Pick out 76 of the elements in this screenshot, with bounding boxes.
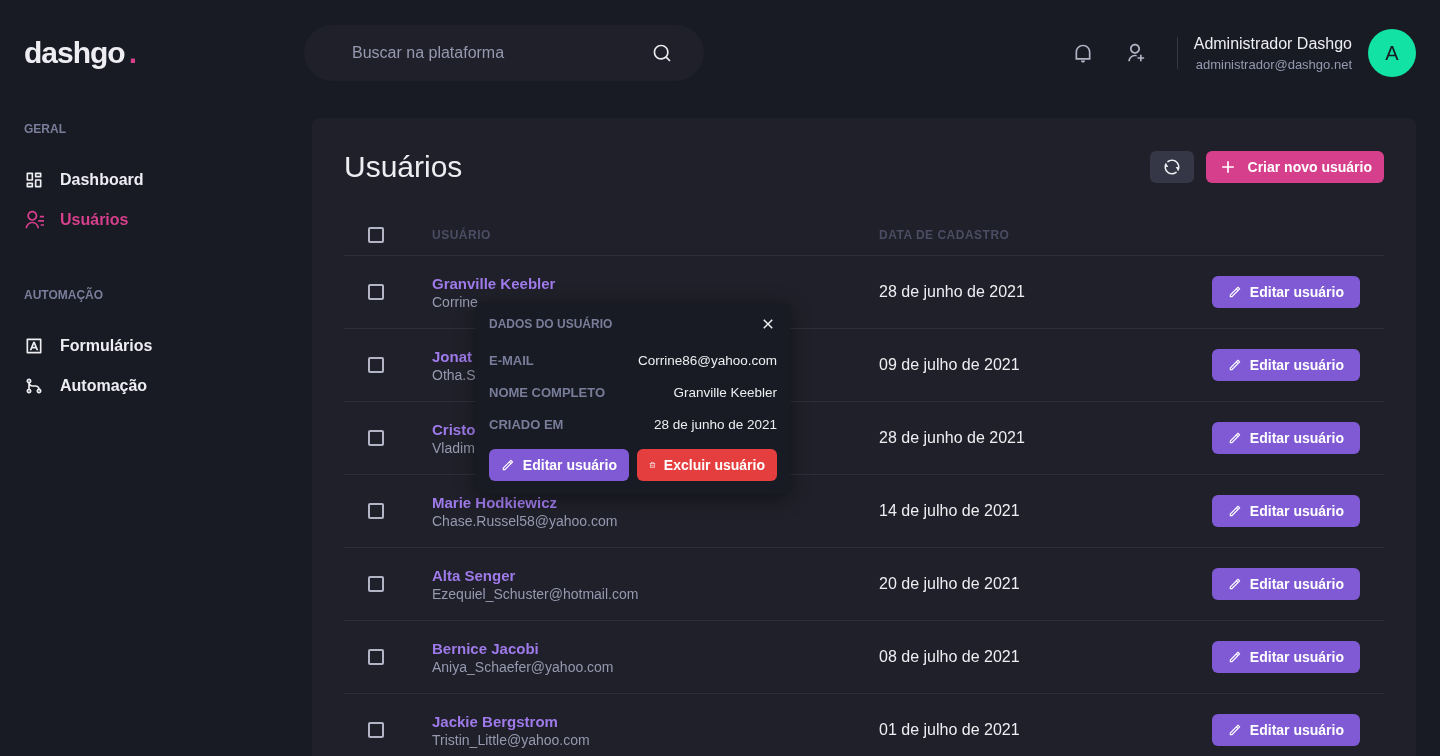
date-cell-text: 09 de julho de 2021 (879, 356, 1021, 374)
date-cell-text: 28 de junho de 2021 (879, 429, 1026, 447)
user-email: Vladim (432, 439, 475, 456)
search-icon[interactable] (652, 43, 672, 63)
refresh-button[interactable] (1149, 151, 1194, 183)
create-user-button[interactable]: Criar novo usuário (1205, 151, 1384, 183)
user-email: Tristin_Little@yahoo.com (432, 731, 590, 748)
user-name[interactable]: Cristo (432, 420, 476, 438)
user-name[interactable]: Jackie Bergstrom (432, 712, 558, 730)
nav-item[interactable]: Dashboard (24, 168, 144, 192)
user-email: Otha.S (432, 366, 476, 383)
field-value: Granville Keebler (673, 385, 777, 400)
dashboard-icon (24, 170, 44, 190)
pencil-icon (501, 458, 515, 472)
user-email: Chase.Russel58@yahoo.com (432, 512, 618, 529)
edit-button[interactable]: Editar usuário (1211, 568, 1360, 600)
delete-button[interactable]: Excluir usuário (637, 449, 777, 481)
pencil-icon (1227, 723, 1242, 737)
user-email: Aniya_Schaefer@yahoo.com (432, 658, 614, 675)
logo-dot: . (128, 36, 136, 70)
pencil-icon (1227, 504, 1242, 518)
checkbox[interactable] (368, 357, 384, 373)
avatar[interactable]: A (1368, 29, 1416, 77)
branch-icon (24, 376, 44, 396)
edit-button[interactable]: Editar usuário (1211, 349, 1360, 381)
pencil-icon (1227, 431, 1242, 445)
pencil-icon (1227, 577, 1242, 591)
popover-title: DADOS DO USUÁRIO (489, 317, 613, 331)
field-label: CRIADO EM (489, 417, 564, 432)
checkbox[interactable] (368, 649, 384, 665)
form-icon (24, 336, 44, 356)
edit-button[interactable]: Editar usuário (1211, 276, 1360, 308)
nav-item[interactable]: Automação (24, 374, 148, 398)
section-title: GERAL (24, 122, 67, 136)
date-cell-text: 20 de julho de 2021 (879, 575, 1021, 593)
edit-button[interactable]: Editar usuário (1211, 422, 1360, 454)
date-cell-text: 14 de julho de 2021 (879, 502, 1021, 520)
page-title: Usuários (344, 150, 463, 184)
field-value: 28 de junho de 2021 (653, 417, 777, 432)
section-title: AUTOMAÇÃO (24, 288, 105, 302)
user-name[interactable]: Alta Senger (432, 566, 516, 584)
user-name[interactable]: Jonat (432, 347, 472, 365)
date-cell-text: 28 de junho de 2021 (879, 283, 1026, 301)
field-value: Corrine86@yahoo.com (637, 353, 777, 368)
edit-button[interactable]: Editar usuário (1211, 495, 1360, 527)
edit-button[interactable]: Editar usuário (1211, 641, 1360, 673)
pencil-icon (1227, 285, 1242, 299)
checkbox[interactable] (368, 430, 384, 446)
edit-button[interactable]: Editar usuário (489, 449, 629, 481)
user-email: Corrine (432, 293, 478, 310)
checkbox[interactable] (368, 722, 384, 738)
user-name[interactable]: Marie Hodkiewicz (432, 493, 558, 511)
refresh-icon (1162, 158, 1181, 176)
date-cell-text: 01 de julho de 2021 (879, 721, 1021, 739)
nav-item[interactable]: Formulários (24, 334, 153, 358)
checkbox[interactable] (368, 503, 384, 519)
search-field[interactable]: Buscar na plataforma (304, 25, 704, 81)
profile-name: Administrador Dashgo (1193, 34, 1352, 53)
column-header: DATA DE CADASTRO (879, 227, 1011, 242)
checkbox[interactable] (368, 576, 384, 592)
nav-item[interactable]: Usuários (24, 208, 129, 232)
pencil-icon (1227, 358, 1242, 372)
user-email: Ezequiel_Schuster@hotmail.com (432, 585, 639, 602)
date-cell-text: 08 de julho de 2021 (879, 648, 1021, 666)
logo: dashgo (24, 36, 125, 70)
field-label: NOME COMPLETO (489, 385, 606, 400)
user-name[interactable]: Bernice Jacobi (432, 639, 539, 657)
field-label: E-MAIL (489, 353, 534, 368)
profile-email: administrador@dashgo.net (1195, 56, 1352, 72)
edit-button[interactable]: Editar usuário (1211, 714, 1360, 746)
user-list-icon (24, 210, 44, 230)
user-name[interactable]: Granville Keebler (432, 274, 556, 292)
checkbox[interactable] (368, 284, 384, 300)
checkbox[interactable] (368, 226, 384, 243)
column-header: USUÁRIO (432, 227, 492, 242)
pencil-icon (1227, 650, 1242, 664)
